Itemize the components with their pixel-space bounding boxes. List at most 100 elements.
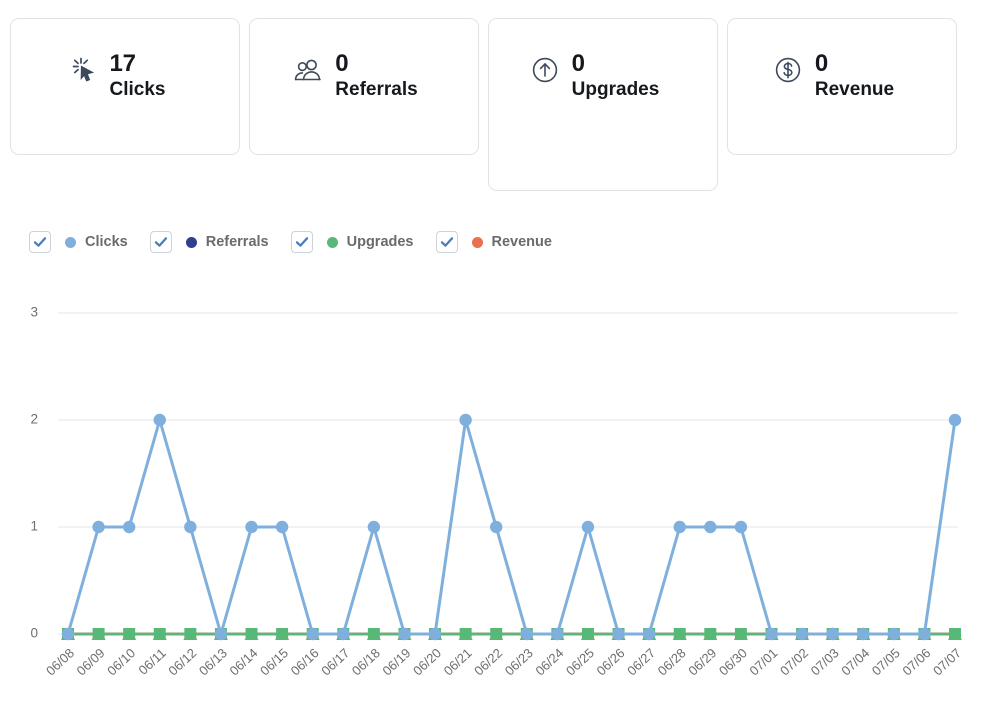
data-point bbox=[612, 627, 625, 641]
data-point bbox=[306, 627, 319, 641]
data-point bbox=[887, 627, 901, 641]
x-axis-tick-label: 07/01 bbox=[746, 645, 780, 678]
x-axis-tick-label: 06/30 bbox=[716, 645, 750, 678]
data-point bbox=[367, 628, 380, 640]
legend-checkbox-revenue[interactable] bbox=[435, 231, 458, 253]
legend-checkbox-upgrades[interactable] bbox=[290, 231, 313, 253]
data-point bbox=[122, 520, 136, 534]
x-axis-tick-label: 06/21 bbox=[441, 645, 475, 678]
data-point bbox=[490, 520, 503, 534]
arrow-up-circle-icon bbox=[529, 54, 561, 86]
legend-checkbox-clicks[interactable] bbox=[29, 231, 51, 253]
legend-label: Revenue bbox=[491, 234, 552, 250]
x-axis-tick-label: 06/25 bbox=[563, 645, 597, 678]
legend-label: Upgrades bbox=[346, 234, 414, 250]
stat-card-referrals[interactable]: 0 Referrals bbox=[249, 18, 479, 155]
data-point bbox=[153, 628, 166, 640]
legend-item-revenue[interactable]: Revenue bbox=[435, 231, 552, 253]
x-axis-tick-label: 06/24 bbox=[532, 645, 566, 678]
legend-color-dot-revenue bbox=[471, 236, 483, 248]
checkmark-icon bbox=[33, 237, 47, 247]
checkmark-icon bbox=[154, 237, 167, 247]
legend-item-clicks[interactable]: Clicks bbox=[29, 231, 128, 253]
data-point bbox=[459, 628, 472, 640]
legend-checkbox-referrals[interactable] bbox=[149, 231, 172, 253]
x-axis-tick-label: 07/05 bbox=[869, 645, 903, 678]
analytics-dashboard: 17 Clicks 0 Referrals 0 Upgrades 0 Reven… bbox=[0, 0, 998, 726]
dollar-circle-icon bbox=[772, 54, 804, 86]
x-axis-tick-label: 06/11 bbox=[135, 645, 168, 678]
stat-label: Upgrades bbox=[571, 78, 660, 100]
x-axis-tick-label: 06/15 bbox=[257, 645, 291, 678]
data-point bbox=[673, 628, 686, 640]
y-axis-tick-label: 2 bbox=[30, 412, 38, 427]
data-point bbox=[184, 520, 197, 534]
data-point bbox=[275, 520, 289, 534]
data-point bbox=[765, 627, 778, 641]
legend-color-dot-upgrades bbox=[326, 236, 338, 248]
stat-value: 0 bbox=[335, 50, 349, 77]
legend-item-referrals[interactable]: Referrals bbox=[149, 231, 269, 253]
data-point bbox=[428, 627, 442, 641]
data-point bbox=[184, 628, 197, 640]
data-point bbox=[642, 627, 656, 641]
x-axis-tick-label: 06/13 bbox=[196, 645, 230, 678]
stat-card-upgrades[interactable]: 0 Upgrades bbox=[488, 18, 718, 191]
legend-item-upgrades[interactable]: Upgrades bbox=[290, 231, 414, 253]
stat-card-clicks[interactable]: 17 Clicks bbox=[10, 18, 240, 155]
stat-value: 0 bbox=[814, 50, 829, 77]
legend-label: Clicks bbox=[85, 234, 128, 250]
x-axis-tick-label: 06/08 bbox=[43, 645, 77, 678]
chart-legend: Clicks Referrals Upgrades Revenue bbox=[29, 231, 574, 253]
data-point bbox=[214, 627, 228, 641]
x-axis-tick-label: 06/14 bbox=[227, 645, 261, 678]
x-axis-tick-label: 07/07 bbox=[930, 645, 964, 678]
data-point bbox=[367, 520, 381, 534]
y-axis-tick-label: 1 bbox=[30, 519, 38, 534]
data-point bbox=[704, 628, 717, 640]
data-point bbox=[245, 628, 258, 640]
data-point bbox=[581, 628, 594, 640]
data-point bbox=[551, 627, 564, 641]
x-axis-tick-label: 06/17 bbox=[318, 645, 352, 678]
x-axis-tick-label: 06/28 bbox=[655, 645, 689, 678]
checkmark-icon bbox=[440, 237, 453, 247]
data-point bbox=[337, 627, 350, 641]
stat-value: 0 bbox=[571, 50, 585, 77]
data-point bbox=[459, 413, 472, 427]
data-point bbox=[673, 520, 686, 534]
y-axis-tick-label: 3 bbox=[30, 305, 38, 320]
legend-color-dot-referrals bbox=[185, 236, 197, 248]
x-axis-tick-label: 06/22 bbox=[471, 645, 505, 678]
x-axis-tick-label: 06/27 bbox=[624, 645, 658, 678]
data-point bbox=[92, 628, 105, 640]
data-point bbox=[276, 628, 289, 640]
x-axis-tick-label: 07/03 bbox=[808, 645, 842, 678]
data-point bbox=[398, 627, 411, 641]
legend-label: Referrals bbox=[205, 234, 269, 250]
x-axis-tick-label: 07/06 bbox=[899, 645, 933, 678]
x-axis-tick-label: 06/23 bbox=[502, 645, 536, 678]
data-point bbox=[520, 627, 533, 641]
stat-label: Revenue bbox=[814, 78, 895, 100]
x-axis-tick-label: 06/18 bbox=[349, 645, 383, 678]
x-axis-tick-label: 07/04 bbox=[838, 645, 872, 678]
y-axis-tick-label: 0 bbox=[30, 626, 38, 641]
data-point bbox=[918, 627, 931, 641]
data-point bbox=[490, 628, 503, 640]
users-icon bbox=[292, 54, 324, 86]
data-point bbox=[857, 627, 870, 641]
x-axis-tick-label: 06/26 bbox=[594, 645, 628, 678]
data-point bbox=[153, 413, 166, 427]
data-point bbox=[734, 628, 747, 640]
stat-label: Clicks bbox=[109, 78, 166, 100]
data-point bbox=[704, 520, 717, 534]
data-point bbox=[92, 520, 105, 534]
x-axis-tick-label: 06/16 bbox=[288, 645, 322, 678]
data-point bbox=[123, 628, 136, 640]
stat-card-revenue[interactable]: 0 Revenue bbox=[727, 18, 957, 155]
data-point bbox=[826, 627, 839, 641]
x-axis-tick-label: 06/20 bbox=[410, 645, 444, 678]
data-point bbox=[948, 413, 962, 427]
checkmark-icon bbox=[295, 237, 308, 247]
